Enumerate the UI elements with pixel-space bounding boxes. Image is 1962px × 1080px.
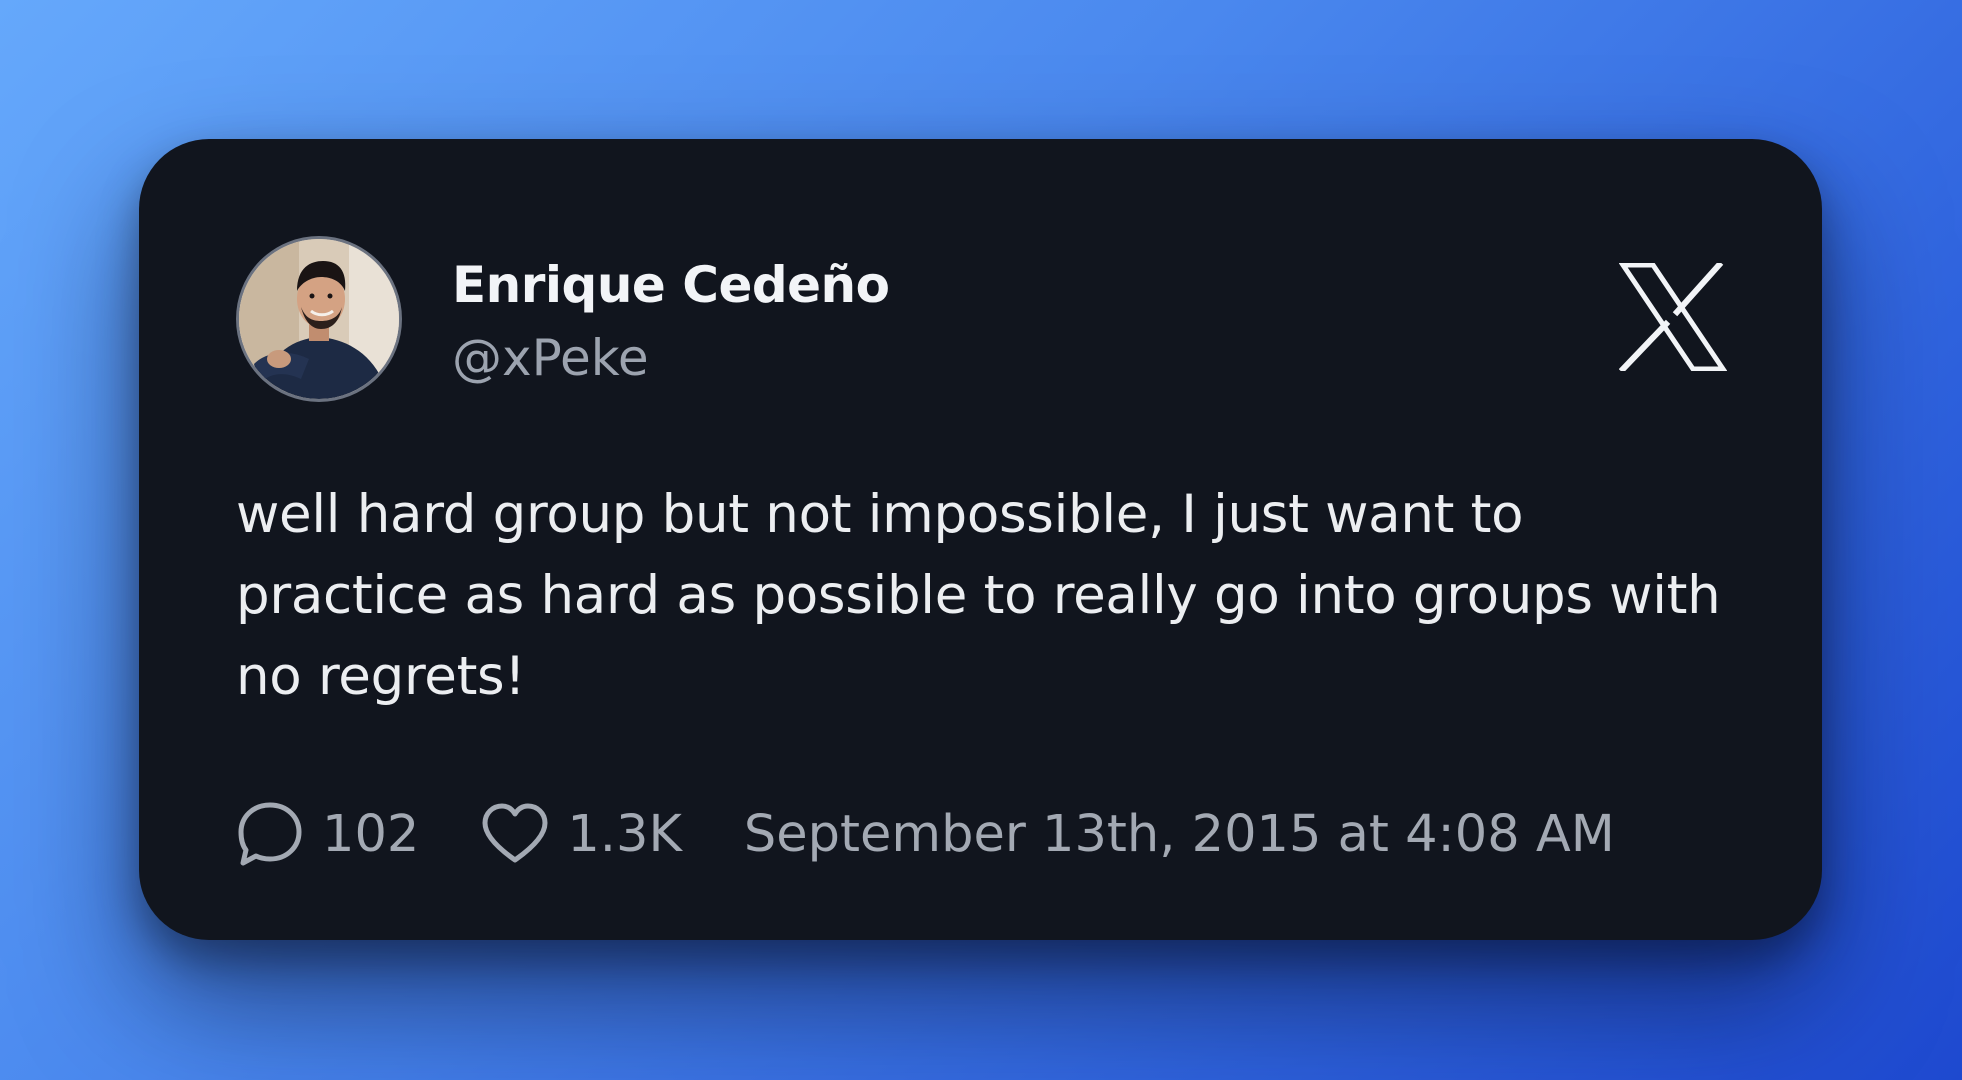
author-name[interactable]: Enrique Cedeño	[452, 256, 890, 314]
heart-icon	[482, 803, 548, 863]
likes-metric[interactable]: 1.3K	[481, 802, 682, 866]
avatar[interactable]	[236, 236, 402, 402]
replies-metric[interactable]: 102	[236, 800, 419, 868]
x-logo-icon[interactable]	[1619, 263, 1727, 371]
tweet-text: well hard group but not impossible, I ju…	[236, 484, 1721, 707]
like-count: 1.3K	[567, 804, 682, 864]
author-handle[interactable]: @xPeke	[452, 329, 649, 387]
tweet-card: Enrique Cedeño @xPeke well hard group bu…	[139, 139, 1822, 940]
tweet-footer: 102 1.3K September 13th, 2015 at 4:08 AM	[236, 794, 1615, 874]
speech-bubble-icon	[238, 802, 302, 866]
reply-count: 102	[322, 804, 420, 864]
avatar-photo	[239, 239, 399, 399]
tweet-timestamp[interactable]: September 13th, 2015 at 4:08 AM	[744, 805, 1615, 864]
